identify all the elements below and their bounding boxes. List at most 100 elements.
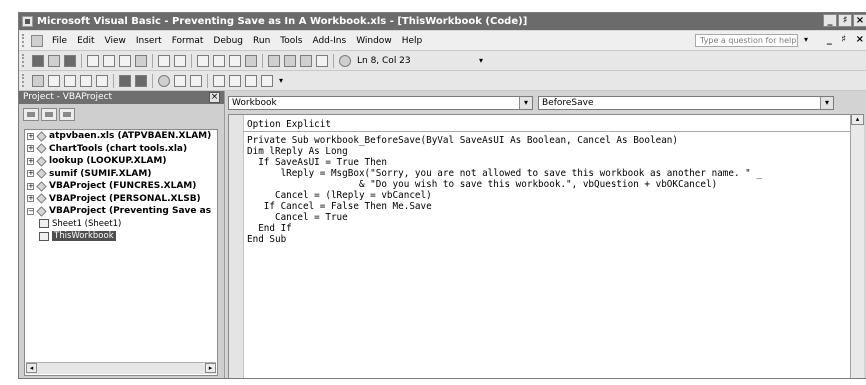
toolbox-icon[interactable] bbox=[316, 54, 328, 67]
menu-tools[interactable]: Tools bbox=[275, 36, 307, 46]
view-code-button[interactable] bbox=[23, 107, 39, 121]
tree-node-sumif[interactable]: + sumif (SUMIF.XLAM) bbox=[25, 168, 217, 181]
code-line[interactable]: If Cancel = False Then Me.Save bbox=[247, 201, 762, 212]
menu-view[interactable]: View bbox=[100, 36, 131, 46]
collapse-icon[interactable]: − bbox=[27, 207, 34, 215]
undo-icon[interactable] bbox=[158, 54, 170, 67]
expand-icon[interactable]: + bbox=[27, 132, 34, 140]
toolbar-options-icon[interactable]: ▾ bbox=[279, 76, 283, 85]
quick-info-icon[interactable] bbox=[64, 74, 76, 87]
copy-icon[interactable] bbox=[103, 54, 115, 67]
restore-button[interactable]: ♯ bbox=[838, 14, 852, 27]
expand-icon[interactable]: + bbox=[27, 170, 34, 178]
expand-icon[interactable]: + bbox=[27, 182, 34, 190]
code-line[interactable]: lReply = MsgBox("Sorry, you are not allo… bbox=[247, 168, 762, 179]
toggle-bookmark-icon[interactable] bbox=[213, 74, 225, 87]
clear-bookmarks-icon[interactable] bbox=[261, 74, 273, 87]
menu-window[interactable]: Window bbox=[351, 36, 397, 46]
tree-node-sheet1[interactable]: Sheet1 (Sheet1) bbox=[25, 218, 217, 231]
help-dropdown-icon[interactable]: ▾ bbox=[804, 35, 808, 44]
paste-icon[interactable] bbox=[119, 54, 131, 67]
design-mode-icon[interactable] bbox=[245, 54, 257, 67]
tree-node-atpvbaen[interactable]: + atpvbaen.xls (ATPVBAEN.XLAM) bbox=[25, 130, 217, 143]
scroll-left-icon[interactable]: ◂ bbox=[26, 363, 37, 373]
code-window-icon[interactable] bbox=[31, 34, 43, 47]
scroll-right-icon[interactable]: ▸ bbox=[205, 363, 216, 373]
reset-icon[interactable] bbox=[229, 54, 241, 67]
list-constants-icon[interactable] bbox=[48, 74, 60, 87]
code-editor[interactable]: Option Explicit Private Sub workbook_Befo… bbox=[228, 114, 851, 378]
properties-window-icon[interactable] bbox=[284, 54, 296, 67]
cut-icon[interactable] bbox=[87, 54, 99, 67]
expand-icon[interactable]: + bbox=[27, 157, 34, 165]
code-text[interactable]: Option Explicit Private Sub workbook_Befo… bbox=[247, 119, 762, 245]
tree-node-preventing-save[interactable]: − VBAProject (Preventing Save as bbox=[25, 205, 217, 218]
comment-block-icon[interactable] bbox=[174, 74, 186, 87]
project-explorer-icon[interactable] bbox=[268, 54, 280, 67]
scroll-up-icon[interactable]: ▴ bbox=[851, 114, 864, 125]
uncomment-block-icon[interactable] bbox=[190, 74, 202, 87]
code-line[interactable]: Cancel = True bbox=[247, 212, 762, 223]
minimize-button[interactable]: _ bbox=[823, 14, 837, 27]
menu-run[interactable]: Run bbox=[248, 36, 275, 46]
menu-format[interactable]: Format bbox=[167, 36, 209, 46]
tree-node-personal[interactable]: + VBAProject (PERSONAL.XLSB) bbox=[25, 193, 217, 206]
tree-node-charttools[interactable]: + ChartTools (chart tools.xla) bbox=[25, 143, 217, 156]
menu-file[interactable]: File bbox=[47, 36, 72, 46]
previous-bookmark-icon[interactable] bbox=[245, 74, 257, 87]
help-search-input[interactable]: Type a question for help bbox=[695, 34, 798, 47]
help-icon[interactable] bbox=[339, 54, 351, 67]
view-excel-icon[interactable] bbox=[32, 54, 44, 67]
code-line[interactable]: Dim lReply As Long bbox=[247, 146, 762, 157]
indent-icon[interactable] bbox=[119, 74, 131, 87]
expand-icon[interactable]: + bbox=[27, 145, 34, 153]
code-line[interactable]: End If bbox=[247, 223, 762, 234]
menu-debug[interactable]: Debug bbox=[208, 36, 248, 46]
tree-node-label: VBAProject (FUNCRES.XLAM) bbox=[49, 181, 197, 192]
toolbar-options-icon[interactable]: ▾ bbox=[479, 56, 483, 65]
menu-edit[interactable]: Edit bbox=[72, 36, 99, 46]
insert-module-icon[interactable] bbox=[48, 54, 60, 67]
window-title: Microsoft Visual Basic - Preventing Save… bbox=[37, 16, 528, 27]
vertical-scrollbar[interactable]: ▴ bbox=[850, 114, 864, 378]
save-icon[interactable] bbox=[64, 54, 76, 67]
toggle-breakpoint-icon[interactable] bbox=[158, 74, 170, 87]
margin-indicator-bar[interactable] bbox=[229, 115, 244, 378]
chevron-down-icon[interactable]: ▾ bbox=[820, 97, 833, 109]
toggle-folders-button[interactable] bbox=[59, 107, 75, 121]
list-properties-icon[interactable] bbox=[32, 74, 44, 87]
run-icon[interactable] bbox=[197, 54, 209, 67]
tree-node-thisworkbook[interactable]: ThisWorkbook bbox=[25, 230, 217, 243]
mdi-window-controls[interactable]: _ ♯ × bbox=[827, 34, 866, 45]
horizontal-scrollbar[interactable]: ◂ ▸ bbox=[26, 362, 216, 374]
menu-help[interactable]: Help bbox=[397, 36, 428, 46]
break-icon[interactable] bbox=[213, 54, 225, 67]
object-browser-icon[interactable] bbox=[300, 54, 312, 67]
outdent-icon[interactable] bbox=[135, 74, 147, 87]
parameter-info-icon[interactable] bbox=[80, 74, 92, 87]
redo-icon[interactable] bbox=[174, 54, 186, 67]
code-line[interactable]: Option Explicit bbox=[247, 119, 762, 130]
close-button[interactable]: × bbox=[853, 14, 866, 27]
project-close-button[interactable]: × bbox=[209, 92, 220, 103]
code-line[interactable]: Private Sub workbook_BeforeSave(ByVal Sa… bbox=[247, 135, 762, 146]
menu-insert[interactable]: Insert bbox=[131, 36, 167, 46]
next-bookmark-icon[interactable] bbox=[229, 74, 241, 87]
code-line[interactable]: If SaveAsUI = True Then bbox=[247, 157, 762, 168]
chevron-down-icon[interactable]: ▾ bbox=[519, 97, 532, 109]
expand-icon[interactable]: + bbox=[27, 195, 34, 203]
tree-node-funcres[interactable]: + VBAProject (FUNCRES.XLAM) bbox=[25, 180, 217, 193]
menu-add-ins[interactable]: Add-Ins bbox=[307, 36, 351, 46]
find-icon[interactable] bbox=[135, 54, 147, 67]
procedure-dropdown[interactable]: BeforeSave ▾ bbox=[538, 96, 834, 110]
code-line[interactable]: Cancel = (lReply = vbCancel) bbox=[247, 190, 762, 201]
tree-node-lookup[interactable]: + lookup (LOOKUP.XLAM) bbox=[25, 155, 217, 168]
code-line[interactable]: & "Do you wish to save this workbook.", … bbox=[247, 179, 762, 190]
code-line[interactable]: End Sub bbox=[247, 234, 762, 245]
vba-project-icon bbox=[36, 168, 47, 179]
complete-word-icon[interactable] bbox=[96, 74, 108, 87]
object-dropdown[interactable]: Workbook ▾ bbox=[228, 96, 533, 110]
window-controls: _ ♯ × bbox=[822, 14, 866, 27]
toolbar-grip bbox=[22, 54, 27, 67]
view-object-button[interactable] bbox=[41, 107, 57, 121]
